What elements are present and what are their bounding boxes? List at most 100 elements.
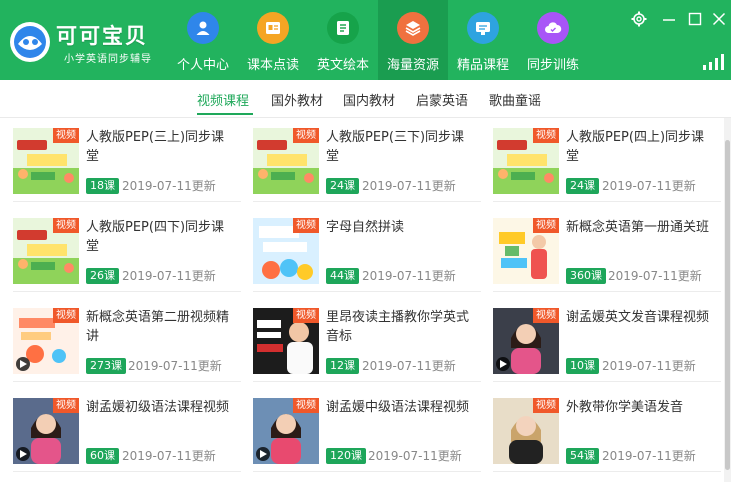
category-tab-3[interactable]: 启蒙英语: [416, 90, 468, 109]
nav-label: 个人中心: [176, 58, 229, 73]
course-card[interactable]: 视频 人教版PEP(三上)同步课堂 18课 2019-07-11更新: [13, 118, 241, 202]
nav-item-cloud[interactable]: 同步训练: [518, 0, 588, 80]
maximize-button[interactable]: [684, 8, 706, 30]
course-card[interactable]: 视频 外教带你学美语发音 54课 2019-07-11更新: [493, 388, 721, 472]
video-badge: 视频: [53, 398, 79, 413]
course-thumbnail[interactable]: 视频: [253, 128, 319, 194]
update-date: 2019-07-11更新: [368, 449, 462, 463]
close-icon: [712, 12, 726, 26]
course-title[interactable]: 新概念英语第一册通关班: [566, 218, 716, 237]
nav-item-layers[interactable]: 海量资源: [378, 0, 448, 80]
course-thumbnail[interactable]: 视频: [493, 308, 559, 374]
play-icon: [256, 447, 270, 461]
settings-button[interactable]: [628, 8, 650, 30]
course-thumbnail[interactable]: 视频: [253, 398, 319, 464]
play-icon: [496, 357, 510, 371]
category-tab-2[interactable]: 国内教材: [343, 90, 395, 109]
nav-label: 海量资源: [386, 58, 439, 73]
course-card[interactable]: 视频 人教版PEP(四上)同步课堂 24课 2019-07-11更新: [493, 118, 721, 202]
video-badge: 视频: [293, 128, 319, 143]
cloud-icon: [537, 12, 569, 44]
video-badge: 视频: [533, 308, 559, 323]
nav-item-course[interactable]: 精品课程: [448, 0, 518, 80]
course-card[interactable]: 视频 新概念英语第二册视频精讲 273课 2019-07-11更新: [13, 298, 241, 382]
course-card[interactable]: 视频 谢孟媛英文发音课程视频 10课 2019-07-11更新: [493, 298, 721, 382]
category-tabs: 视频课程 国外教材 国内教材 启蒙英语 歌曲童谣: [0, 80, 731, 118]
course-card[interactable]: 视频 新概念英语第一册通关班 360课 2019-07-11更新: [493, 208, 721, 292]
course-thumbnail[interactable]: 视频: [253, 218, 319, 284]
user-icon: [187, 12, 219, 44]
course-title[interactable]: 人教版PEP(四上)同步课堂: [566, 128, 716, 166]
minimize-button[interactable]: [658, 8, 680, 30]
video-badge: 视频: [293, 308, 319, 323]
course-thumbnail[interactable]: 视频: [493, 128, 559, 194]
update-date: 2019-07-11更新: [122, 449, 216, 463]
course-icon: [467, 12, 499, 44]
course-card[interactable]: 视频 里昂夜读主播教你学英式音标 12课 2019-07-11更新: [253, 298, 481, 382]
course-title[interactable]: 谢孟媛初级语法课程视频: [86, 398, 236, 417]
course-card[interactable]: 视频 谢孟媛中级语法课程视频 120课 2019-07-11更新: [253, 388, 481, 472]
course-card[interactable]: 视频 字母自然拼读 44课 2019-07-11更新: [253, 208, 481, 292]
course-title[interactable]: 人教版PEP(三上)同步课堂: [86, 128, 236, 166]
course-title[interactable]: 里昂夜读主播教你学英式音标: [326, 308, 476, 346]
category-tab-0[interactable]: 视频课程: [197, 90, 249, 109]
course-card[interactable]: 视频 人教版PEP(四下)同步课堂 26课 2019-07-11更新: [13, 208, 241, 292]
update-date: 2019-07-11更新: [122, 269, 216, 283]
video-badge: 视频: [533, 398, 559, 413]
course-card[interactable]: 视频 谢孟媛初级语法课程视频 60课 2019-07-11更新: [13, 388, 241, 472]
nav-item-picture-book[interactable]: 英文绘本: [308, 0, 378, 80]
course-thumbnail[interactable]: 视频: [13, 128, 79, 194]
category-tab-1[interactable]: 国外教材: [271, 90, 323, 109]
nav-label: 精品课程: [456, 58, 509, 73]
gear-icon: [631, 11, 647, 27]
course-title[interactable]: 人教版PEP(三下)同步课堂: [326, 128, 476, 166]
update-date: 2019-07-11更新: [602, 449, 696, 463]
scrollbar[interactable]: [724, 118, 731, 482]
active-tab-underline: [197, 113, 253, 115]
scrollbar-thumb[interactable]: [725, 140, 730, 470]
course-title[interactable]: 谢孟媛英文发音课程视频: [566, 308, 716, 327]
nav-label: 同步训练: [526, 58, 579, 73]
course-thumbnail[interactable]: 视频: [493, 218, 559, 284]
app-header: 可可宝贝 小学英语同步辅导 个人中心 课本点读 英文绘本 海量资源 精品课程 同步训练: [0, 0, 731, 80]
course-title[interactable]: 人教版PEP(四下)同步课堂: [86, 218, 236, 256]
lesson-count-badge: 44课: [326, 268, 359, 284]
course-title[interactable]: 外教带你学美语发音: [566, 398, 716, 417]
update-date: 2019-07-11更新: [608, 269, 702, 283]
category-tab-4[interactable]: 歌曲童谣: [489, 90, 541, 109]
course-thumbnail[interactable]: 视频: [13, 398, 79, 464]
lesson-count-badge: 12课: [326, 358, 359, 374]
course-grid: 视频 人教版PEP(三上)同步课堂 18课 2019-07-11更新 视频 人教版PEP(…: [0, 118, 724, 482]
course-card[interactable]: 视频 人教版PEP(三下)同步课堂 24课 2019-07-11更新: [253, 118, 481, 202]
play-icon: [16, 447, 30, 461]
course-thumbnail[interactable]: 视频: [253, 308, 319, 374]
close-button[interactable]: [708, 8, 730, 30]
video-badge: 视频: [53, 128, 79, 143]
lesson-count-badge: 24课: [326, 178, 359, 194]
update-date: 2019-07-11更新: [602, 359, 696, 373]
nav-item-book-read[interactable]: 课本点读: [238, 0, 308, 80]
video-badge: 视频: [53, 218, 79, 233]
course-thumbnail[interactable]: 视频: [13, 308, 79, 374]
course-title[interactable]: 新概念英语第二册视频精讲: [86, 308, 236, 346]
minimize-icon: [663, 19, 675, 21]
lesson-count-badge: 273课: [86, 358, 126, 374]
course-title[interactable]: 谢孟媛中级语法课程视频: [326, 398, 476, 417]
lesson-count-badge: 18课: [86, 178, 119, 194]
video-badge: 视频: [293, 398, 319, 413]
course-title[interactable]: 字母自然拼读: [326, 218, 476, 237]
logo-mascot-icon: [10, 22, 50, 62]
nav-label: 课本点读: [246, 58, 299, 73]
lesson-count-badge: 360课: [566, 268, 606, 284]
course-thumbnail[interactable]: 视频: [13, 218, 79, 284]
play-icon: [16, 357, 30, 371]
video-badge: 视频: [533, 218, 559, 233]
lesson-count-badge: 120课: [326, 448, 366, 464]
maximize-icon: [688, 12, 702, 26]
course-thumbnail[interactable]: 视频: [493, 398, 559, 464]
logo-subtitle: 小学英语同步辅导: [64, 54, 152, 65]
video-badge: 视频: [53, 308, 79, 323]
update-date: 2019-07-11更新: [602, 179, 696, 193]
update-date: 2019-07-11更新: [362, 359, 456, 373]
nav-item-user[interactable]: 个人中心: [168, 0, 238, 80]
